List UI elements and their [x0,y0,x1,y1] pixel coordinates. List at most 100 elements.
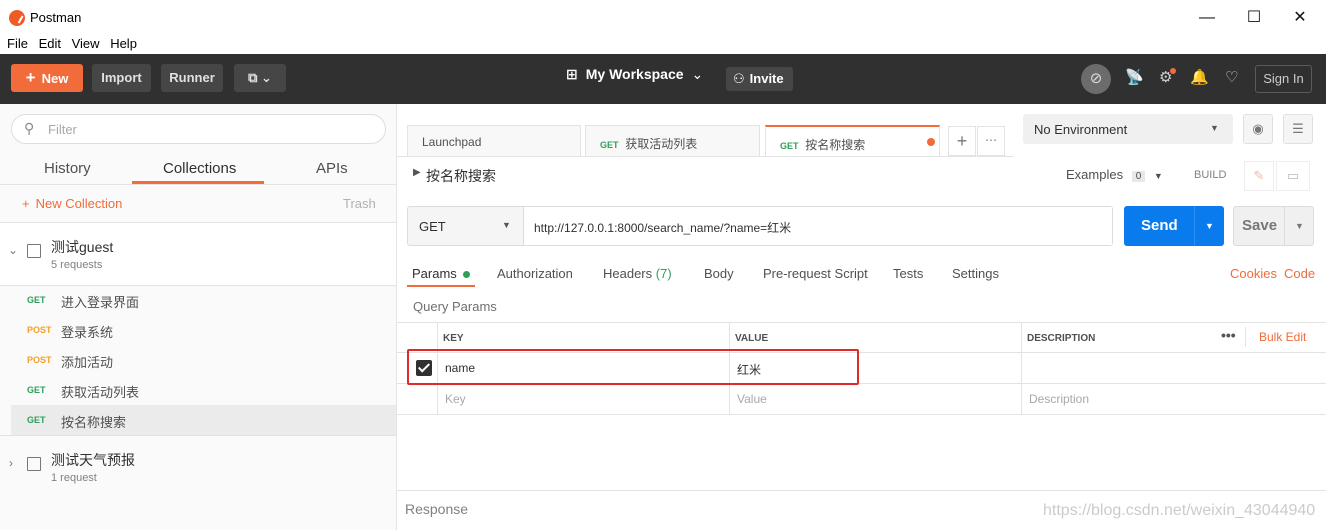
caret-down-icon[interactable]: ▼ [1284,207,1314,245]
new-window-icon: ⧉ ⌄ [248,70,272,85]
close-window-button[interactable]: ✕ [1277,4,1323,32]
chevron-right-icon: › [9,456,13,470]
method-badge: GET [27,415,46,425]
heart-icon[interactable]: ♡ [1225,68,1238,86]
chevron-right-icon[interactable]: ▶ [413,167,421,178]
request-name: 按名称搜索 [61,415,127,430]
sync-off-icon[interactable]: ⊘ [1081,64,1111,94]
tab-history[interactable]: History [44,160,91,177]
runner-button[interactable]: Runner [161,64,223,92]
request-name: 登录系统 [61,325,114,340]
tab-tests[interactable]: Tests [893,266,923,281]
eye-icon[interactable]: ◉ [1243,114,1273,144]
caret-down-icon[interactable]: ▼ [1194,206,1224,246]
chevron-down-icon: ⌄ [691,66,704,82]
menu-file[interactable]: File [7,34,28,54]
menu-help[interactable]: Help [110,34,137,54]
more-tabs-button[interactable]: ⋯ [977,126,1005,156]
app-title: Postman [30,10,82,25]
tab-authorization[interactable]: Authorization [497,266,573,281]
method-select[interactable]: GET ▼ [408,207,524,245]
workspace-selector[interactable]: ⊞ My Workspace ⌄ [566,66,703,83]
folder-icon [27,244,41,258]
examples-dropdown[interactable]: Examples 0 ▼ [1066,167,1163,182]
add-tab-button[interactable]: + [948,126,976,156]
environment-select[interactable]: No Environment ▼ [1023,114,1233,144]
method-badge: GET [27,295,46,305]
request-item[interactable]: GET 获取活动列表 [11,375,396,405]
minimize-button[interactable]: — [1184,4,1230,32]
new-collection-button[interactable]: + New Collection [22,196,122,211]
params-tab-indicator [407,285,475,287]
import-button[interactable]: Import [92,64,151,92]
plus-icon: + [22,196,30,211]
send-button[interactable]: Send ▼ [1124,206,1224,246]
new-button[interactable]: + New [11,64,83,92]
search-icon: ⚲ [24,120,35,136]
request-name: 进入登录界面 [61,295,140,310]
maximize-button[interactable]: ☐ [1231,4,1277,32]
window-titlebar: Postman — ☐ ✕ [0,0,1326,34]
request-item[interactable]: POST 添加活动 [11,345,396,375]
comments-icon[interactable]: ▭ [1276,161,1310,191]
more-options-icon[interactable]: ••• [1221,327,1236,343]
menu-bar: File Edit View Help [0,34,1326,54]
method-badge: GET [780,141,799,151]
request-item-selected[interactable]: GET 按名称搜索 [11,405,396,435]
new-param-key-input[interactable]: Key [445,392,466,406]
request-item[interactable]: GET 进入登录界面 [11,285,396,315]
save-button[interactable]: Save ▼ [1233,206,1314,246]
invite-button[interactable]: ⚇ Invite [726,67,793,91]
active-dot [463,271,471,278]
menu-edit[interactable]: Edit [39,34,61,54]
column-header-key: KEY [443,333,464,344]
collection-item[interactable]: › 测试天气预报 1 request [0,436,396,496]
menu-view[interactable]: View [72,34,100,54]
tab-pre-request-script[interactable]: Pre-request Script [763,266,868,281]
request-item[interactable]: POST 登录系统 [11,315,396,345]
new-param-value-input[interactable]: Value [737,392,767,406]
build-label[interactable]: BUILD [1194,169,1226,181]
filter-input[interactable]: ⚲ Filter [11,114,386,144]
tab-collections[interactable]: Collections [163,160,236,177]
tab-apis[interactable]: APIs [316,160,348,177]
url-input[interactable]: http://127.0.0.1:8000/search_name/?name=… [524,207,1112,245]
watermark-text: https://blog.csdn.net/weixin_43044940 [1043,502,1316,519]
new-param-description-input[interactable]: Description [1029,392,1089,406]
caret-down-icon: ▼ [502,220,511,230]
tab-launchpad[interactable]: Launchpad [407,125,581,156]
collection-count: 1 request [51,472,97,484]
edit-pencil-icon[interactable]: ✎ [1244,161,1274,191]
top-toolbar: + New Import Runner ⧉ ⌄ ⊞ My Workspace ⌄ ⚇ I… [0,54,1326,104]
tab-request-active[interactable]: GET 按名称搜索 [765,125,940,156]
bell-icon[interactable]: 🔔 [1190,68,1209,86]
method-badge: GET [27,385,46,395]
sidebar: ⚲ Filter History Collections APIs + New C… [0,104,397,530]
notification-dot [1170,68,1176,74]
request-title[interactable]: 按名称搜索 [426,166,496,186]
folder-icon [27,457,41,471]
satellite-icon[interactable]: 📡 [1125,68,1144,86]
code-link[interactable]: Code [1284,266,1315,281]
bulk-edit-link[interactable]: Bulk Edit [1259,330,1306,344]
collection-count: 5 requests [51,259,103,271]
collection-item[interactable]: ⌄ 测试guest 5 requests [0,223,396,285]
caret-down-icon: ▼ [1153,171,1163,181]
postman-logo-icon [9,10,25,26]
trash-link[interactable]: Trash [343,196,376,211]
method-badge: POST [27,355,52,365]
main-panel: Launchpad GET 获取活动列表 GET 按名称搜索 + ⋯ No En… [397,104,1326,530]
chevron-down-icon: ⌄ [8,243,19,257]
sign-in-button[interactable]: Sign In [1255,65,1312,93]
tab-settings[interactable]: Settings [952,266,999,281]
settings-sliders-icon[interactable]: ☰ [1283,114,1313,144]
tab-params[interactable]: Params [412,266,471,281]
tab-body[interactable]: Body [704,266,734,281]
tab-request[interactable]: GET 获取活动列表 [585,125,760,156]
request-name: 添加活动 [61,355,114,370]
tab-headers[interactable]: Headers (7) [603,266,672,281]
cookies-link[interactable]: Cookies [1230,266,1277,281]
new-window-button[interactable]: ⧉ ⌄ [234,64,286,92]
method-badge: GET [600,140,619,150]
column-header-description: DESCRIPTION [1027,333,1096,344]
